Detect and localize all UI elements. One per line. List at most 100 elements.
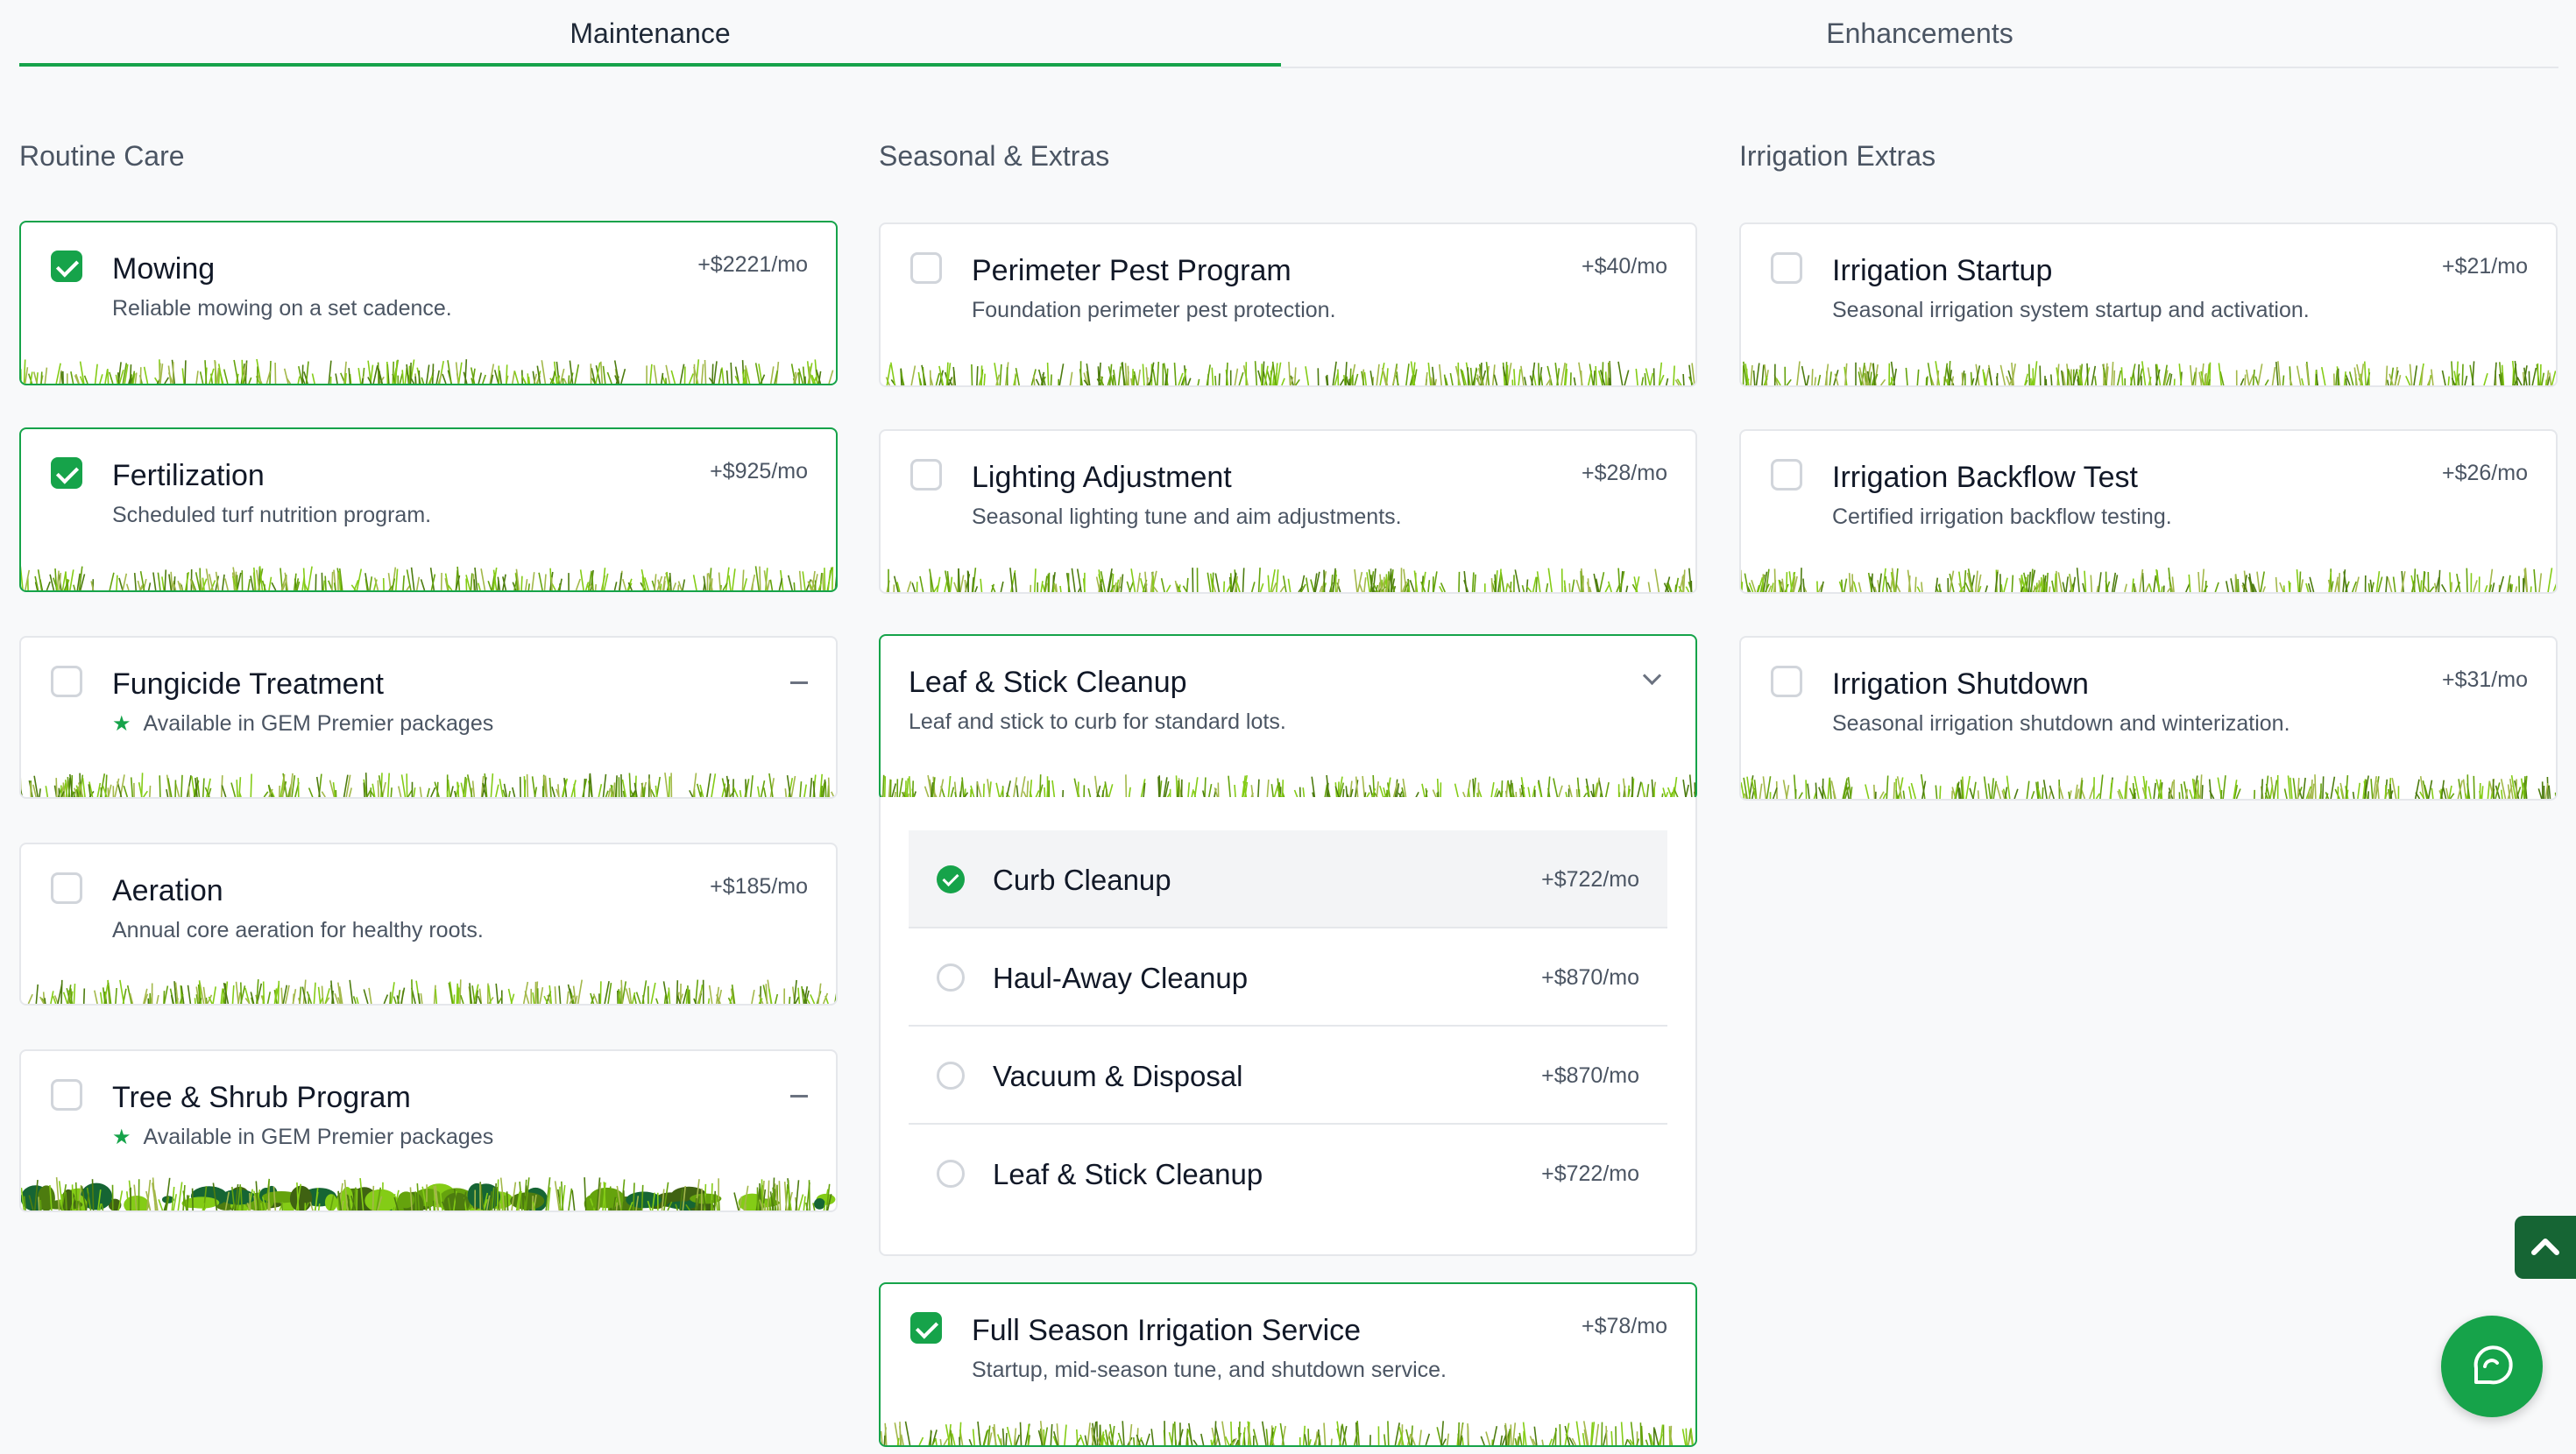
irrigation-backflow-checkbox[interactable] [1771,459,1802,491]
card-description: Startup, mid-season tune, and shutdown s… [972,1358,1447,1382]
card-description: Annual core aeration for healthy roots. [112,918,484,942]
chat-button[interactable] [2441,1316,2543,1417]
cleanup-option-vacuum-disposal[interactable]: Vacuum & Disposal +$870/mo [909,1027,1667,1125]
card-price: +$28/mo [1582,461,1667,485]
grass-decoration [21,358,834,384]
card-price: +$185/mo [710,874,808,899]
fertilization-checkbox[interactable] [51,457,82,489]
card-title: Irrigation Shutdown [1832,667,2089,701]
option-label: Curb Cleanup [993,864,1171,896]
irrigation-shutdown-checkbox[interactable] [1771,666,1802,697]
collapse-dash-icon[interactable] [790,1095,808,1098]
card-description: ★ Available in GEM Premier packages [112,711,494,736]
grass-decoration [27,979,836,1004]
card-description: Certified irrigation backflow testing. [1832,505,2172,529]
card-description: Leaf and stick to curb for standard lots… [909,709,1286,734]
card-description: Reliable mowing on a set cadence. [112,296,452,321]
card-title: Fertilization [112,459,265,492]
card-price: +$2221/mo [697,252,808,277]
service-card-irrigation-backflow[interactable]: Irrigation Backflow Test Certified irrig… [1739,429,2558,594]
mowing-checkbox[interactable] [51,251,82,282]
card-description: Seasonal irrigation system startup and a… [1832,298,2310,322]
radio-icon[interactable] [937,1160,965,1188]
service-card-irrigation-startup[interactable]: Irrigation Startup Seasonal irrigation s… [1739,222,2558,387]
service-card-leaf-stick-cleanup[interactable]: Leaf & Stick Cleanup Leaf and stick to c… [879,634,1697,801]
collapse-dash-icon[interactable] [790,681,808,684]
grass-decoration [1742,360,2556,385]
card-price: +$78/mo [1582,1314,1667,1338]
service-card-fungicide-treatment[interactable]: Fungicide Treatment ★ Available in GEM Pr… [19,636,838,799]
card-price: +$31/mo [2442,667,2528,692]
cleanup-options-panel: Curb Cleanup +$722/mo Haul-Away Cleanup … [879,797,1697,1256]
tab-divider [1281,67,2558,68]
option-price: +$722/mo [1541,1161,1639,1186]
tab-bar: Maintenance Enhancements [19,0,2558,68]
service-card-full-season-irrigation[interactable]: Full Season Irrigation Service Startup, … [879,1282,1697,1447]
cleanup-option-curb[interactable]: Curb Cleanup +$722/mo [909,830,1667,928]
card-title: Aeration [112,874,223,907]
service-card-tree-shrub-program[interactable]: Tree & Shrub Program ★ Available in GEM P… [19,1049,838,1212]
tab-enhancements[interactable]: Enhancements [1281,0,2558,67]
tab-maintenance[interactable]: Maintenance [19,0,1281,67]
star-icon: ★ [112,712,131,736]
grass-decoration [881,774,1695,799]
card-description: ★ Available in GEM Premier packages [112,1125,494,1149]
service-card-fertilization[interactable]: Fertilization Scheduled turf nutrition p… [19,427,838,592]
active-tab-indicator [19,63,1281,67]
radio-icon[interactable] [937,1062,965,1090]
option-label: Vacuum & Disposal [993,1060,1243,1092]
card-description: Seasonal lighting tune and aim adjustmen… [972,505,1402,529]
card-price: +$40/mo [1582,254,1667,279]
option-label: Leaf & Stick Cleanup [993,1158,1263,1190]
grass-decoration [881,1421,1694,1445]
card-price: +$26/mo [2442,461,2528,485]
grass-decoration [1741,568,2556,592]
chevron-up-icon [2531,1239,2559,1255]
grass-decoration [885,361,1695,385]
card-title: Mowing [112,252,216,286]
card-description: Scheduled turf nutrition program. [112,503,432,527]
card-title: Perimeter Pest Program [972,254,1292,287]
card-title: Fungicide Treatment [112,667,384,701]
chevron-down-icon[interactable] [1642,666,1662,686]
scroll-to-top-button[interactable] [2515,1216,2576,1279]
service-card-irrigation-shutdown[interactable]: Irrigation Shutdown Seasonal irrigation … [1739,636,2558,801]
service-card-aeration[interactable]: Aeration Annual core aeration for health… [19,843,838,1006]
cleanup-option-leaf-stick[interactable]: Leaf & Stick Cleanup +$722/mo [909,1125,1667,1223]
option-price: +$722/mo [1541,867,1639,892]
grass-decoration [1741,773,2556,799]
option-label: Haul-Away Cleanup [993,962,1249,994]
radio-selected-icon[interactable] [937,865,965,893]
column-title-seasonal-extras: Seasonal & Extras [879,140,1110,172]
irrigation-startup-checkbox[interactable] [1771,252,1802,284]
grass-decoration [886,568,1693,592]
perimeter-pest-checkbox[interactable] [910,252,942,284]
card-title: Irrigation Startup [1832,254,2053,287]
column-title-irrigation-extras: Irrigation Extras [1739,140,1936,172]
card-price: +$925/mo [710,459,808,483]
full-season-irrigation-checkbox[interactable] [910,1312,942,1344]
shrub-decoration [21,1177,836,1210]
service-card-lighting-adjustment[interactable]: Lighting Adjustment Seasonal lighting tu… [879,429,1697,594]
grass-decoration [21,566,836,590]
card-title: Lighting Adjustment [972,461,1232,494]
aeration-checkbox[interactable] [51,872,82,904]
grass-decoration [21,773,835,797]
card-title: Leaf & Stick Cleanup [909,666,1187,699]
star-icon: ★ [112,1126,131,1149]
cleanup-option-haul-away[interactable]: Haul-Away Cleanup +$870/mo [909,928,1667,1027]
tree-shrub-checkbox[interactable] [51,1079,82,1111]
card-title: Tree & Shrub Program [112,1081,411,1114]
card-title: Irrigation Backflow Test [1832,461,2138,494]
chat-icon [2473,1345,2513,1385]
lighting-checkbox[interactable] [910,459,942,491]
fungicide-checkbox[interactable] [51,666,82,697]
card-title: Full Season Irrigation Service [972,1314,1362,1347]
service-card-mowing[interactable]: Mowing Reliable mowing on a set cadence.… [19,221,838,385]
option-price: +$870/mo [1541,965,1639,990]
service-card-perimeter-pest[interactable]: Perimeter Pest Program Foundation perime… [879,222,1697,387]
card-price: +$21/mo [2442,254,2528,279]
column-title-routine-care: Routine Care [19,140,185,172]
radio-icon[interactable] [937,963,965,992]
card-description: Foundation perimeter pest protection. [972,298,1336,322]
